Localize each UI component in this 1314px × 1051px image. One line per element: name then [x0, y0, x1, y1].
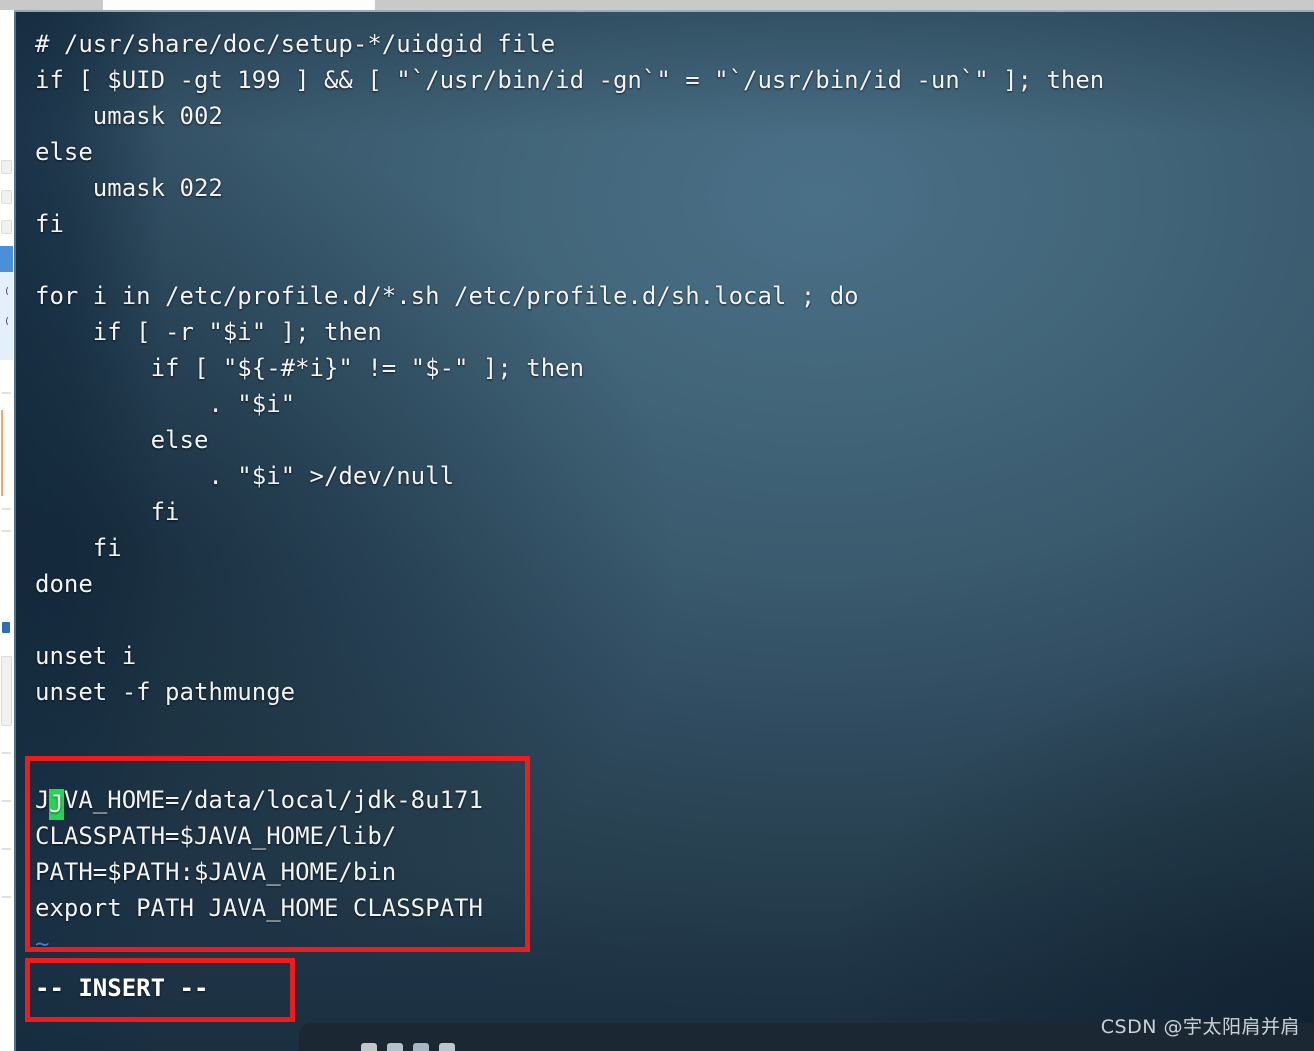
code-line: fi	[35, 498, 180, 526]
dock-app-icon[interactable]	[361, 1043, 377, 1051]
background-link-marker	[2, 622, 10, 633]
code-line: else	[35, 426, 209, 454]
code-line: . "$i" >/dev/null	[35, 462, 455, 490]
terminal-left-border	[14, 10, 16, 1051]
background-sidebar: ( (	[0, 10, 14, 1051]
background-list-item	[1, 160, 12, 174]
code-line: umask 002	[35, 102, 223, 130]
background-text-line	[2, 896, 11, 898]
background-glyph: (	[4, 317, 10, 327]
background-list-item	[1, 220, 12, 234]
background-text-line	[2, 848, 11, 850]
dock-icon-group[interactable]	[361, 1043, 455, 1051]
dock-app-icon[interactable]	[439, 1043, 455, 1051]
code-line: # /usr/share/doc/setup-*/uidgid file	[35, 30, 556, 58]
code-line: umask 022	[35, 174, 223, 202]
code-line: unset i	[35, 642, 137, 670]
code-line: if [ $UID -gt 199 ] && [ "`/usr/bin/id -…	[35, 66, 1105, 94]
background-text-line	[2, 392, 11, 394]
background-code-block	[1, 410, 12, 496]
code-line: fi	[35, 210, 64, 238]
code-line: fi	[35, 534, 122, 562]
terminal-window[interactable]: # /usr/share/doc/setup-*/uidgid file if […	[14, 10, 1314, 1051]
annotation-box-java-env	[25, 756, 530, 952]
background-glyph: (	[4, 287, 10, 297]
code-line: else	[35, 138, 93, 166]
terminal-top-border	[14, 10, 1314, 12]
code-line: if [ "${-#*i}" != "$-" ]; then	[35, 354, 585, 382]
background-text-line	[2, 530, 11, 532]
code-line: done	[35, 570, 93, 598]
code-line: if [ -r "$i" ]; then	[35, 318, 382, 346]
background-selected-item	[0, 246, 13, 272]
dock-app-icon[interactable]	[413, 1043, 429, 1051]
background-list-item	[1, 190, 12, 204]
code-line: . "$i"	[35, 390, 296, 418]
background-text-line	[2, 508, 11, 510]
csdn-watermark: CSDN @宇太阳肩并肩	[1100, 1016, 1300, 1038]
code-line: for i in /etc/profile.d/*.sh /etc/profil…	[35, 282, 859, 310]
background-text-line	[2, 752, 11, 754]
background-toolbar-gap	[103, 0, 375, 10]
annotation-box-insert-mode	[25, 958, 295, 1022]
background-text-line	[2, 800, 11, 802]
code-line: unset -f pathmunge	[35, 678, 296, 706]
background-list-item	[1, 656, 12, 726]
dock-app-icon[interactable]	[387, 1043, 403, 1051]
